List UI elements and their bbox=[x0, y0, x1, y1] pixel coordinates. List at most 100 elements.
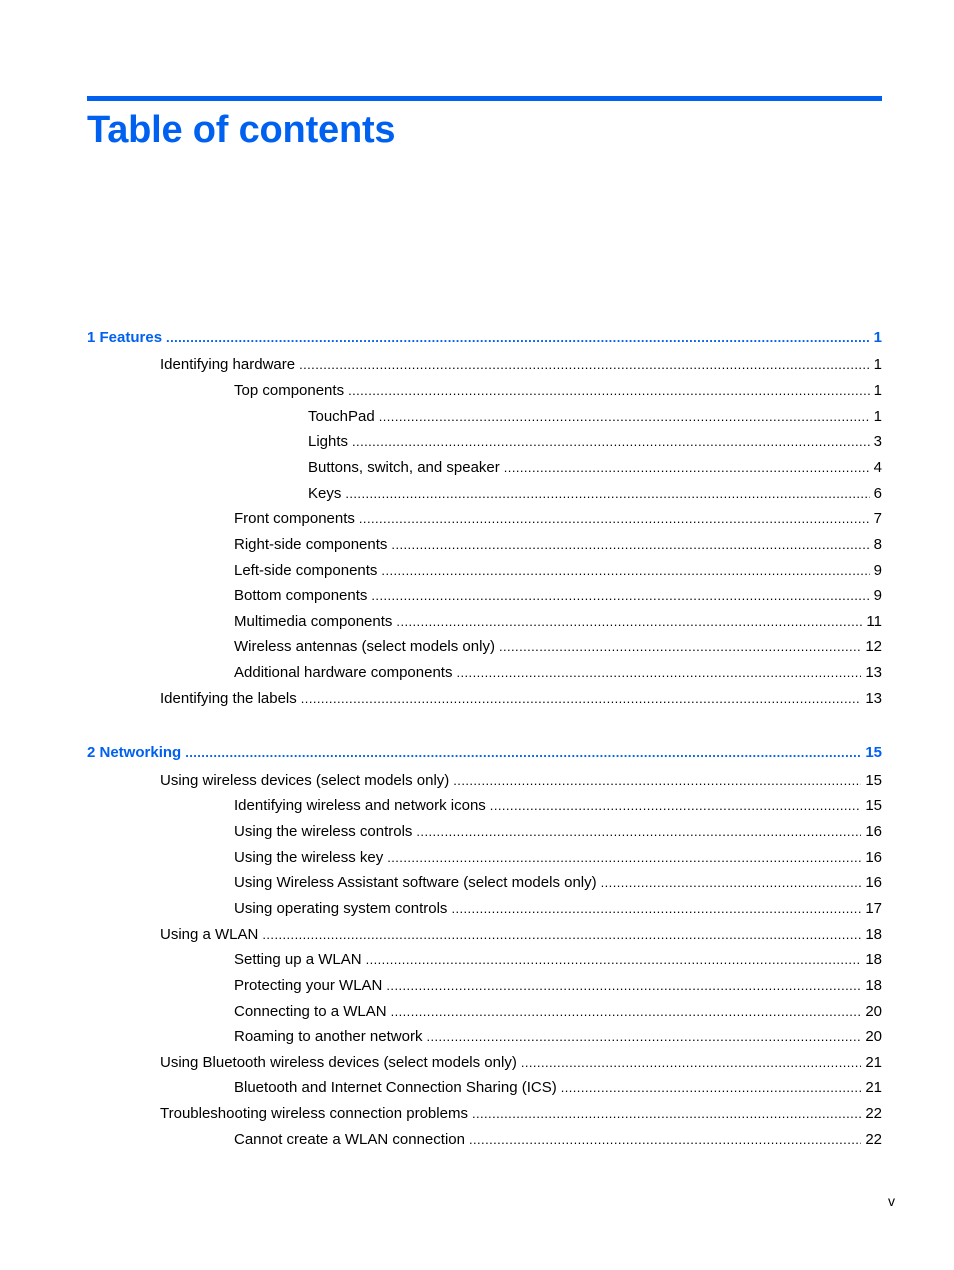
toc-entry-label: Using a WLAN bbox=[160, 926, 259, 943]
toc-entry[interactable]: Left-side components 9 bbox=[87, 561, 882, 581]
toc-entry-label: Using Wireless Assistant software (selec… bbox=[234, 874, 597, 891]
toc-entry-label: Using the wireless controls bbox=[234, 823, 413, 840]
toc-entry[interactable]: Lights 3 bbox=[87, 432, 882, 452]
toc-entry-page: 7 bbox=[873, 510, 882, 527]
toc-entry-page: 8 bbox=[873, 536, 882, 553]
toc-entry-label: Top components bbox=[234, 382, 345, 399]
toc-entry[interactable]: Using operating system controls 17 bbox=[87, 899, 882, 919]
toc-entry[interactable]: Front components 7 bbox=[87, 509, 882, 529]
dot-leader bbox=[561, 1078, 862, 1098]
toc-entry-page: 22 bbox=[865, 1131, 882, 1148]
toc-entry[interactable]: Roaming to another network 20 bbox=[87, 1027, 882, 1047]
toc-entry-label: Using wireless devices (select models on… bbox=[160, 772, 450, 789]
dot-leader bbox=[490, 796, 862, 816]
dot-leader bbox=[391, 535, 869, 555]
toc-entry-label: Identifying hardware bbox=[160, 356, 296, 373]
toc-entry-page: 4 bbox=[873, 459, 882, 476]
toc-entry[interactable]: Wireless antennas (select models only) 12 bbox=[87, 637, 882, 657]
dot-leader bbox=[416, 822, 861, 842]
toc-entry[interactable]: Right-side components 8 bbox=[87, 535, 882, 555]
toc-entry-page: 15 bbox=[865, 744, 882, 761]
dot-leader bbox=[348, 381, 870, 401]
toc-entry-label: Lights bbox=[308, 433, 349, 450]
toc-entry-page: 21 bbox=[865, 1054, 882, 1071]
toc-entry-label: Multimedia components bbox=[234, 613, 393, 630]
toc-entry-label: 2 Networking bbox=[87, 744, 182, 761]
toc-entry-label: Identifying the labels bbox=[160, 690, 297, 707]
toc-entry-label: Roaming to another network bbox=[234, 1028, 423, 1045]
toc-entry[interactable]: Troubleshooting wireless connection prob… bbox=[87, 1104, 882, 1124]
toc-entry[interactable]: Connecting to a WLAN 20 bbox=[87, 1002, 882, 1022]
toc-entry-label: Using Bluetooth wireless devices (select… bbox=[160, 1054, 517, 1071]
toc-entry-label: Cannot create a WLAN connection bbox=[234, 1131, 465, 1148]
toc-entry[interactable]: Identifying wireless and network icons 15 bbox=[87, 796, 882, 816]
toc-chapter-entry[interactable]: 1 Features 1 bbox=[87, 328, 882, 348]
toc-entry[interactable]: Using a WLAN 18 bbox=[87, 925, 882, 945]
toc-entry[interactable]: Using Bluetooth wireless devices (select… bbox=[87, 1053, 882, 1073]
dot-leader bbox=[387, 848, 861, 868]
toc-entry[interactable]: Using the wireless controls 16 bbox=[87, 822, 882, 842]
dot-leader bbox=[451, 899, 861, 919]
dot-leader bbox=[456, 663, 861, 683]
toc-entry[interactable]: TouchPad 1 bbox=[87, 407, 882, 427]
toc-entry-label: Protecting your WLAN bbox=[234, 977, 383, 994]
toc-entry[interactable]: Multimedia components 11 bbox=[87, 612, 882, 632]
toc-entry-page: 11 bbox=[866, 613, 882, 630]
toc-entry-label: Wireless antennas (select models only) bbox=[234, 638, 495, 655]
toc-entry-label: Bottom components bbox=[234, 587, 368, 604]
toc-entry-page: 17 bbox=[865, 900, 882, 917]
dot-leader bbox=[371, 586, 869, 606]
toc-chapter-entry[interactable]: 2 Networking 15 bbox=[87, 743, 882, 763]
dot-leader bbox=[386, 976, 861, 996]
dot-leader bbox=[391, 1002, 862, 1022]
toc-entry-page: 3 bbox=[873, 433, 882, 450]
toc-entry[interactable]: Protecting your WLAN 18 bbox=[87, 976, 882, 996]
toc-entry-label: Right-side components bbox=[234, 536, 388, 553]
toc-entry[interactable]: Setting up a WLAN 18 bbox=[87, 950, 882, 970]
toc-entry-page: 9 bbox=[873, 562, 882, 579]
page-title: Table of contents bbox=[87, 109, 396, 151]
toc-entry-page: 18 bbox=[865, 977, 882, 994]
toc-entry-page: 16 bbox=[865, 849, 882, 866]
dot-leader bbox=[469, 1130, 861, 1150]
toc-entry[interactable]: Bluetooth and Internet Connection Sharin… bbox=[87, 1078, 882, 1098]
dot-leader bbox=[521, 1053, 861, 1073]
toc-entry[interactable]: Identifying the labels 13 bbox=[87, 689, 882, 709]
toc-entry-label: Using the wireless key bbox=[234, 849, 384, 866]
toc-entry-page: 15 bbox=[865, 797, 882, 814]
dot-leader bbox=[601, 873, 862, 893]
toc-entry-label: Left-side components bbox=[234, 562, 378, 579]
toc-entry-label: Additional hardware components bbox=[234, 664, 453, 681]
toc-entry[interactable]: Identifying hardware 1 bbox=[87, 355, 882, 375]
toc-entry-page: 22 bbox=[865, 1105, 882, 1122]
dot-leader bbox=[352, 432, 870, 452]
toc-entry-label: Connecting to a WLAN bbox=[234, 1003, 387, 1020]
dot-leader bbox=[499, 637, 861, 657]
dot-leader bbox=[366, 950, 862, 970]
toc-entry-page: 13 bbox=[865, 690, 882, 707]
toc-entry-page: 16 bbox=[865, 823, 882, 840]
toc-entry[interactable]: Additional hardware components 13 bbox=[87, 663, 882, 683]
toc-entry[interactable]: Keys 6 bbox=[87, 484, 882, 504]
toc-entry-label: Keys bbox=[308, 485, 342, 502]
toc-entry[interactable]: Using the wireless key 16 bbox=[87, 848, 882, 868]
dot-leader bbox=[301, 689, 862, 709]
dot-leader bbox=[166, 328, 870, 348]
toc-entry-page: 1 bbox=[873, 356, 882, 373]
dot-leader bbox=[359, 509, 870, 529]
dot-leader bbox=[345, 484, 869, 504]
toc-entry-label: Bluetooth and Internet Connection Sharin… bbox=[234, 1079, 557, 1096]
toc-entry-page: 21 bbox=[865, 1079, 882, 1096]
toc-entry[interactable]: Using Wireless Assistant software (selec… bbox=[87, 873, 882, 893]
page-number: v bbox=[888, 1193, 895, 1209]
toc-entry-page: 15 bbox=[865, 772, 882, 789]
toc-entry-label: Front components bbox=[234, 510, 355, 527]
toc-entry-page: 16 bbox=[865, 874, 882, 891]
toc-entry[interactable]: Using wireless devices (select models on… bbox=[87, 771, 882, 791]
toc-entry[interactable]: Cannot create a WLAN connection 22 bbox=[87, 1130, 882, 1150]
toc-entry[interactable]: Top components 1 bbox=[87, 381, 882, 401]
dot-leader bbox=[472, 1104, 861, 1124]
toc-entry[interactable]: Bottom components 9 bbox=[87, 586, 882, 606]
toc-entry-page: 13 bbox=[865, 664, 882, 681]
toc-entry[interactable]: Buttons, switch, and speaker 4 bbox=[87, 458, 882, 478]
